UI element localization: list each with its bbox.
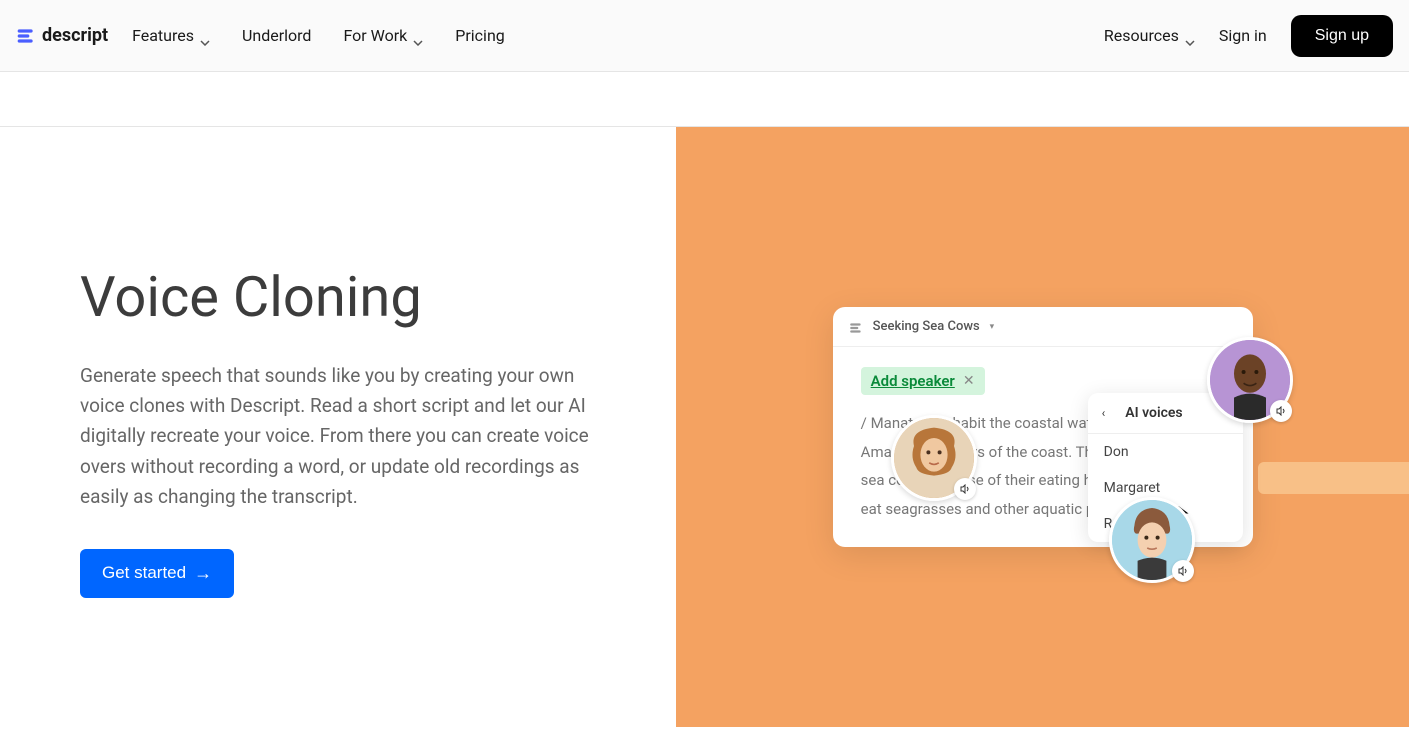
avatar-roger (1109, 497, 1195, 583)
chevron-down-icon (200, 31, 210, 41)
header-right: Resources Sign in Sign up (1104, 15, 1393, 57)
logo[interactable]: descript (16, 25, 108, 46)
app-preview-header: Seeking Sea Cows ▾ (833, 307, 1253, 347)
nav-for-work[interactable]: For Work (343, 26, 423, 45)
speaker-icon (1270, 400, 1292, 422)
nav-resources-label: Resources (1104, 26, 1179, 45)
hint-bar (1258, 462, 1409, 494)
chevron-left-icon[interactable]: ‹ (1102, 406, 1106, 420)
divider-section (0, 72, 1409, 127)
arrow-right-icon: → (194, 563, 212, 584)
avatar-margaret (891, 415, 977, 501)
logo-text: descript (42, 25, 108, 46)
signup-button[interactable]: Sign up (1291, 15, 1393, 57)
add-speaker-tag[interactable]: Add speaker ✕ (861, 367, 985, 395)
speaker-icon (954, 478, 976, 500)
main-header: descript Features Underlord For Work Pri… (0, 0, 1409, 72)
add-speaker-label: Add speaker (871, 372, 955, 390)
doc-title[interactable]: Seeking Sea Cows (873, 319, 980, 334)
nav-resources[interactable]: Resources (1104, 26, 1195, 45)
chevron-down-icon (413, 31, 423, 41)
hero-content: Voice Cloning Generate speech that sound… (0, 127, 676, 727)
hero-description: Generate speech that sounds like you by … (80, 361, 620, 513)
page-title: Voice Cloning (80, 267, 636, 329)
main-nav: Features Underlord For Work Pricing (132, 26, 505, 45)
nav-for-work-label: For Work (343, 26, 407, 45)
logo-icon (16, 26, 36, 46)
voice-label: Don (1104, 444, 1129, 460)
cta-label: Get started (102, 563, 186, 583)
voice-item-don[interactable]: Don (1088, 434, 1243, 470)
app-preview-card: Seeking Sea Cows ▾ Add speaker ✕ / Manat… (833, 307, 1253, 547)
avatar-don (1207, 337, 1293, 423)
nav-underlord-label: Underlord (242, 26, 311, 45)
signin-link[interactable]: Sign in (1219, 26, 1267, 45)
header-left: descript Features Underlord For Work Pri… (16, 25, 505, 46)
voice-label: Margaret (1104, 480, 1161, 496)
chevron-down-icon: ▾ (990, 322, 995, 332)
get-started-button[interactable]: Get started → (80, 549, 234, 598)
speaker-icon (1172, 560, 1194, 582)
hero-illustration: Seeking Sea Cows ▾ Add speaker ✕ / Manat… (676, 127, 1409, 727)
nav-features[interactable]: Features (132, 26, 210, 45)
close-icon[interactable]: ✕ (963, 373, 975, 389)
nav-underlord[interactable]: Underlord (242, 26, 311, 45)
nav-features-label: Features (132, 26, 194, 45)
nav-pricing[interactable]: Pricing (455, 26, 505, 45)
ai-voices-title: AI voices (1125, 405, 1182, 421)
hero-section: Voice Cloning Generate speech that sound… (0, 127, 1409, 727)
app-logo-mini-icon (849, 320, 863, 334)
nav-pricing-label: Pricing (455, 26, 505, 45)
chevron-down-icon (1185, 31, 1195, 41)
